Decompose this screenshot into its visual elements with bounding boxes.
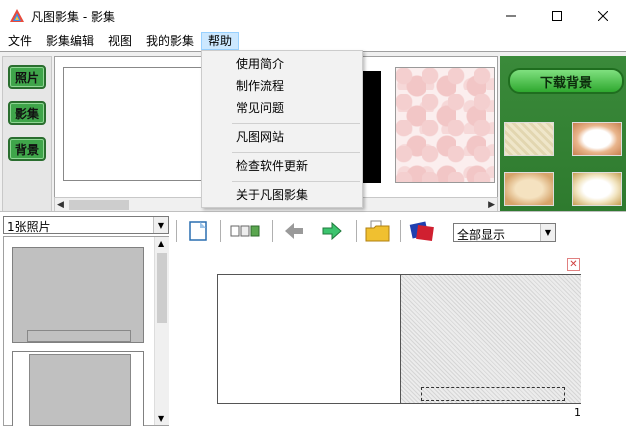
cards-icon (409, 221, 434, 242)
scroll-right-icon[interactable]: ▶ (488, 200, 495, 210)
template-thumbnail[interactable] (63, 67, 203, 181)
photo-list-item[interactable] (12, 351, 144, 426)
view-mode-select[interactable]: 全部显示 ▼ (453, 223, 556, 242)
photo-frame (27, 330, 131, 342)
toolbar-separator (356, 220, 357, 242)
page-right-half[interactable] (400, 275, 581, 403)
scroll-left-icon[interactable]: ◀ (57, 200, 64, 210)
back-arrow-icon (285, 223, 303, 239)
scrollbar-thumb[interactable] (69, 200, 129, 210)
menu-separator (232, 123, 360, 124)
close-page-button[interactable]: ✕ (567, 258, 580, 271)
title-bar: 凡图影集 - 影集 (0, 0, 626, 31)
scroll-down-icon[interactable]: ▼ (158, 414, 164, 423)
scrollbar-thumb[interactable] (157, 253, 167, 323)
download-background-button[interactable]: 下载背景 (508, 68, 624, 94)
toolbar-separator (176, 220, 177, 242)
scroll-up-icon[interactable]: ▲ (158, 239, 164, 248)
menu-help[interactable]: 帮助 (201, 32, 240, 50)
side-tabs: 照片 影集 背景 (2, 56, 52, 214)
close-icon: ✕ (569, 259, 578, 270)
window-title: 凡图影集 - 影集 (31, 10, 115, 24)
maximize-icon (552, 10, 562, 21)
close-icon (598, 10, 608, 21)
page-toolbar: 全部显示 ▼ (176, 216, 626, 246)
tab-background[interactable]: 背景 (8, 137, 46, 161)
menu-separator (232, 181, 360, 182)
menu-album-edit[interactable]: 影集编辑 (40, 32, 100, 50)
help-dropdown-menu: 使用简介 制作流程 常见问题 凡图网站 检查软件更新 关于凡图影集 (201, 50, 363, 208)
chevron-down-icon[interactable]: ▼ (153, 217, 168, 233)
menu-bar: 文件 影集编辑 视图 我的影集 帮助 (0, 31, 626, 51)
layout-button[interactable] (228, 218, 264, 244)
back-button[interactable] (280, 218, 308, 244)
app-icon (10, 9, 24, 22)
photo-count-select[interactable]: 1张照片 ▼ (3, 216, 169, 234)
toolbar-separator (400, 220, 401, 242)
background-thumbnail[interactable] (572, 122, 622, 156)
template-thumbnail[interactable] (395, 67, 495, 183)
layout-icon (230, 225, 260, 237)
menu-item-workflow[interactable]: 制作流程 (202, 75, 362, 97)
close-button[interactable] (580, 0, 626, 31)
minimize-button[interactable] (488, 0, 534, 31)
background-thumbnail[interactable] (504, 122, 554, 156)
menu-item-faq[interactable]: 常见问题 (202, 97, 362, 119)
tab-album[interactable]: 影集 (8, 101, 46, 125)
menu-item-website[interactable]: 凡图网站 (202, 126, 362, 148)
vertical-scrollbar[interactable]: ▲ ▼ (154, 237, 169, 425)
open-folder-icon (365, 220, 390, 242)
menu-file[interactable]: 文件 (2, 32, 38, 50)
photo-list-item[interactable] (12, 247, 144, 343)
forward-button[interactable] (318, 218, 346, 244)
menu-item-check-update[interactable]: 检查软件更新 (202, 155, 362, 177)
cards-button[interactable] (408, 218, 436, 244)
toolbar-separator (272, 220, 273, 242)
new-page-icon (189, 221, 207, 241)
background-panel: 下载背景 (500, 56, 626, 212)
menu-view[interactable]: 视图 (102, 32, 138, 50)
menu-item-usage-intro[interactable]: 使用简介 (202, 53, 362, 75)
selection-rectangle[interactable] (421, 387, 565, 401)
toolbar-separator (220, 220, 221, 242)
template-thumbnail[interactable] (363, 71, 381, 183)
page-number: 1 (574, 406, 581, 419)
tab-photo[interactable]: 照片 (8, 65, 46, 89)
photo-frame (29, 354, 131, 426)
new-page-button[interactable] (184, 218, 212, 244)
maximize-button[interactable] (534, 0, 580, 31)
background-thumbnail[interactable] (572, 172, 622, 206)
view-mode-label: 全部显示 (457, 228, 506, 242)
background-thumbnail[interactable] (504, 172, 554, 206)
menu-item-about[interactable]: 关于凡图影集 (202, 184, 362, 206)
menu-my-album[interactable]: 我的影集 (140, 32, 200, 50)
menu-separator (232, 152, 360, 153)
album-page-canvas[interactable] (217, 274, 581, 404)
photo-count-label: 1张照片 (7, 220, 51, 234)
minimize-icon (506, 15, 516, 16)
lower-panel: 1张照片 ▼ ▲ ▼ 全部显示 ▼ ✕ 1 (0, 211, 626, 426)
forward-arrow-icon (322, 222, 342, 240)
photo-list: ▲ ▼ (3, 236, 169, 426)
open-folder-button[interactable] (364, 218, 392, 244)
chevron-down-icon[interactable]: ▼ (540, 224, 555, 241)
